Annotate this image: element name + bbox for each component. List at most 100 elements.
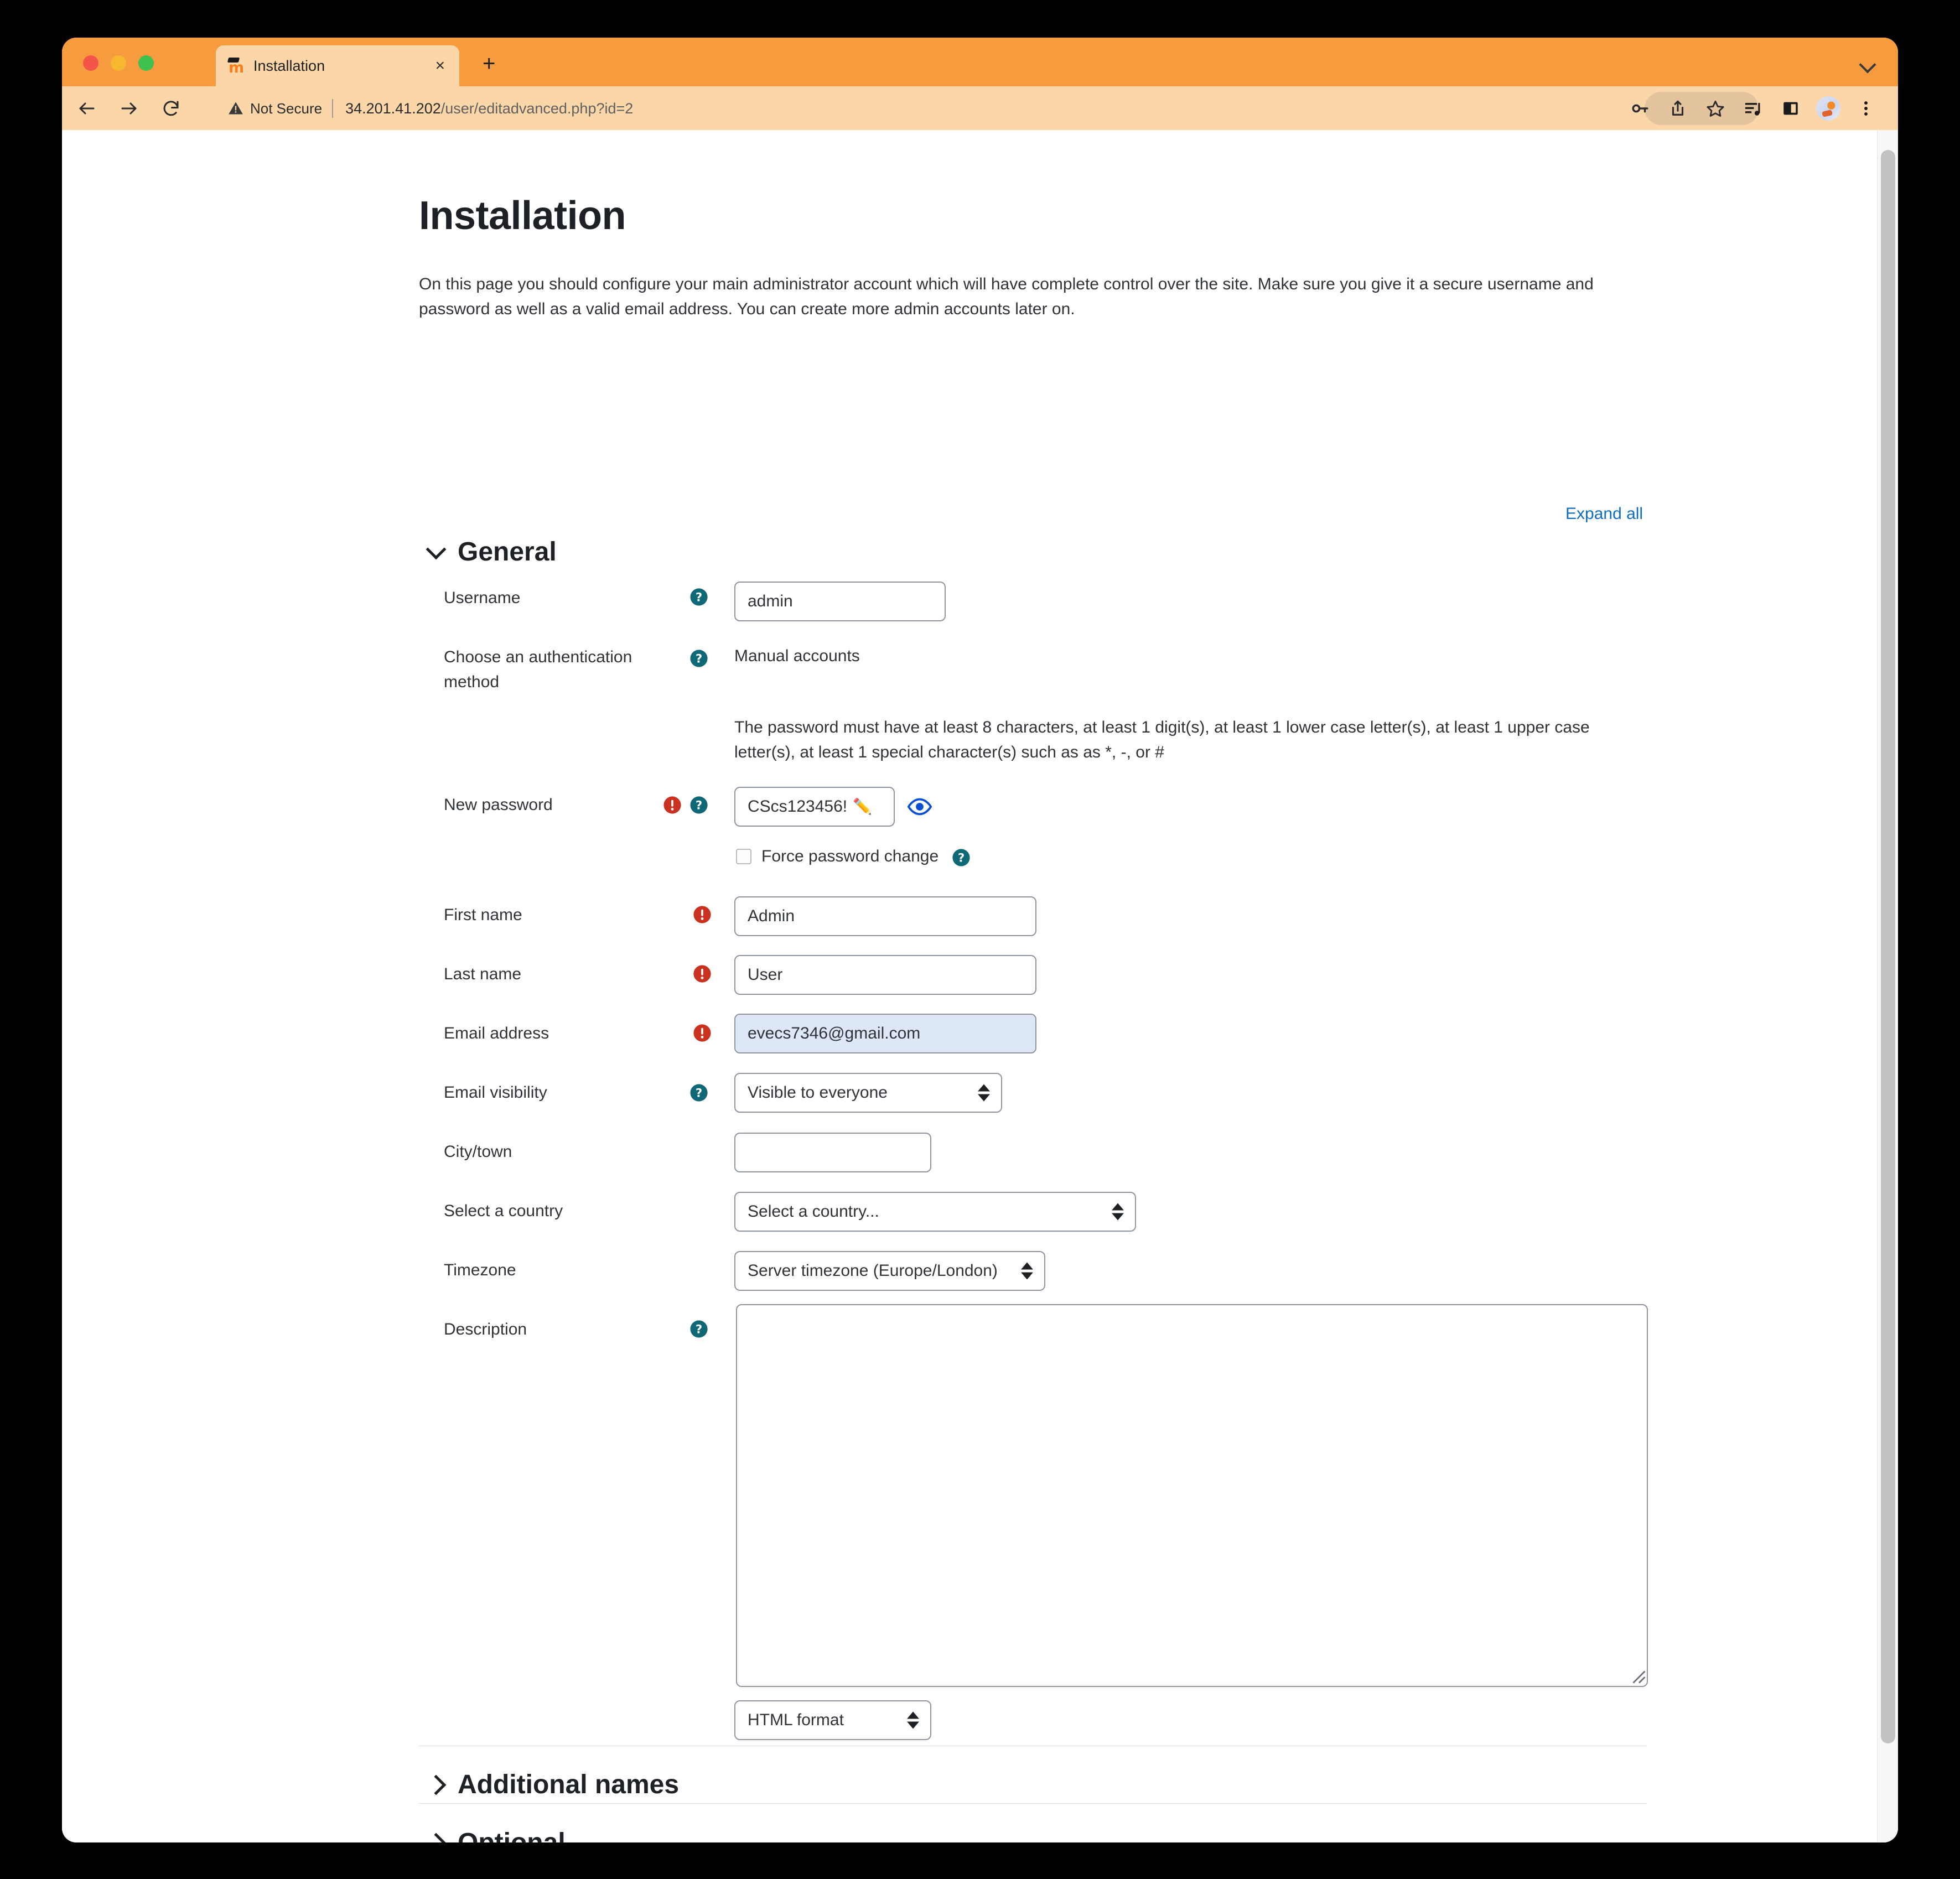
new-password-input[interactable]: CScs123456! ✏️ (734, 787, 895, 827)
vertical-scrollbar[interactable] (1877, 130, 1898, 1842)
warning-triangle-icon (229, 102, 243, 115)
force-password-change-label: Force password change (761, 847, 939, 865)
select-arrows-icon (1112, 1203, 1124, 1221)
label-new-password: New password (444, 796, 553, 814)
email-visibility-select[interactable]: Visible to everyone (734, 1073, 1002, 1113)
chevron-right-icon (426, 1833, 447, 1842)
url-text: 34.201.41.202/user/editadvanced.php?id=2 (345, 100, 633, 117)
section-header-general[interactable]: General (426, 537, 557, 567)
label-timezone: Timezone (444, 1261, 516, 1279)
required-icon-email-address[interactable] (693, 1024, 712, 1042)
maximize-window-button[interactable] (138, 55, 154, 71)
chevron-down-icon (426, 539, 447, 559)
section-header-optional[interactable]: Optional (426, 1828, 566, 1842)
country-select[interactable]: Select a country... (734, 1192, 1136, 1232)
star-icon[interactable] (1697, 92, 1734, 125)
help-icon-username[interactable]: ? (689, 588, 708, 606)
timezone-select[interactable]: Server timezone (Europe/London) (734, 1251, 1045, 1291)
browser-window: m Installation × + Not Secure 34.201.41.… (62, 38, 1898, 1842)
tab-title: Installation (253, 57, 325, 74)
label-description: Description (444, 1320, 527, 1338)
help-icon-force-password-change[interactable]: ? (952, 848, 971, 867)
first-name-input[interactable]: Admin (734, 896, 1036, 936)
timezone-value: Server timezone (Europe/London) (748, 1262, 998, 1280)
country-value: Select a country... (748, 1202, 879, 1221)
label-username: Username (444, 589, 521, 607)
label-email-address: Email address (444, 1024, 549, 1042)
browser-menu-icon[interactable] (1847, 92, 1885, 125)
scrollbar-thumb[interactable] (1881, 150, 1895, 1743)
page-viewport: Installation On this page you should con… (62, 130, 1898, 1842)
window-controls (83, 55, 154, 71)
browser-toolbar: Not Secure 34.201.41.202/user/editadvanc… (62, 86, 1898, 130)
svg-text:?: ? (696, 652, 702, 666)
new-password-value: CScs123456! (748, 797, 848, 816)
toggle-password-visibility-icon[interactable] (907, 794, 932, 819)
city-town-input[interactable] (734, 1133, 931, 1172)
tab-strip: m Installation × + (62, 38, 1898, 86)
svg-text:?: ? (696, 1323, 702, 1337)
auth-method-value: Manual accounts (734, 647, 860, 665)
forward-icon[interactable] (112, 91, 146, 126)
sidebar-panel-icon[interactable] (1772, 92, 1809, 125)
moodle-logo-icon: m (227, 56, 246, 75)
browser-tab[interactable]: m Installation × (216, 45, 459, 86)
toolbar-actions (1621, 92, 1885, 125)
username-input[interactable]: admin (734, 582, 946, 621)
required-icon-new-password[interactable] (663, 796, 682, 814)
select-arrows-icon (1021, 1262, 1033, 1280)
force-password-change-checkbox[interactable] (736, 849, 751, 864)
description-format-select[interactable]: HTML format (734, 1700, 931, 1740)
page-intro-text: On this page you should configure your m… (419, 275, 1594, 318)
new-tab-button[interactable]: + (483, 53, 495, 75)
close-window-button[interactable] (83, 55, 98, 71)
svg-text:?: ? (696, 591, 702, 605)
label-first-name: First name (444, 906, 522, 924)
section-title-additional-names: Additional names (458, 1770, 680, 1799)
required-icon-last-name[interactable] (693, 964, 712, 983)
key-icon[interactable] (1621, 92, 1659, 125)
back-icon[interactable] (70, 91, 104, 126)
last-name-input[interactable]: User (734, 955, 1036, 995)
url-path: /user/editadvanced.php?id=2 (440, 100, 634, 117)
password-policy-text: The password must have at least 8 charac… (734, 718, 1590, 761)
help-icon-auth-method[interactable]: ? (689, 649, 708, 668)
expand-all-link[interactable]: Expand all (1565, 505, 1643, 523)
select-arrows-icon (907, 1711, 919, 1729)
section-title-general: General (458, 537, 557, 567)
pencil-icon[interactable]: ✏️ (853, 799, 872, 814)
not-secure-indicator[interactable]: Not Secure (228, 100, 322, 117)
reload-icon[interactable] (154, 91, 188, 126)
chevron-right-icon (426, 1774, 447, 1795)
label-email-visibility: Email visibility (444, 1083, 547, 1102)
section-title-optional: Optional (458, 1828, 566, 1842)
address-bar[interactable]: Not Secure 34.201.41.202/user/editadvanc… (228, 94, 1667, 123)
description-textarea[interactable] (736, 1304, 1648, 1687)
select-arrows-icon (978, 1084, 990, 1102)
share-icon[interactable] (1659, 92, 1697, 125)
label-city-town: City/town (444, 1143, 512, 1161)
required-icon-first-name[interactable] (693, 905, 712, 924)
help-icon-new-password[interactable]: ? (689, 796, 708, 814)
minimize-window-button[interactable] (111, 55, 126, 71)
not-secure-label: Not Secure (250, 100, 323, 117)
email-visibility-value: Visible to everyone (748, 1083, 888, 1102)
description-format-value: HTML format (748, 1711, 844, 1729)
help-icon-description[interactable]: ? (689, 1320, 708, 1338)
omnibox-divider (332, 99, 334, 118)
section-header-additional-names[interactable]: Additional names (426, 1769, 680, 1800)
reading-list-icon[interactable] (1734, 92, 1772, 125)
svg-text:?: ? (696, 1087, 702, 1101)
divider (419, 1803, 1647, 1804)
label-country: Select a country (444, 1202, 563, 1220)
label-last-name: Last name (444, 965, 522, 983)
page-title: Installation (419, 194, 626, 238)
email-address-input[interactable]: evecs7346@gmail.com (734, 1014, 1036, 1053)
help-icon-email-visibility[interactable]: ? (689, 1083, 708, 1102)
force-password-change-row[interactable]: Force password change ? (736, 847, 970, 866)
url-host: 34.201.41.202 (345, 100, 441, 117)
chevron-down-icon[interactable] (1859, 56, 1876, 74)
svg-text:?: ? (696, 799, 702, 813)
close-icon[interactable]: × (432, 58, 448, 74)
profile-avatar[interactable] (1809, 92, 1847, 125)
